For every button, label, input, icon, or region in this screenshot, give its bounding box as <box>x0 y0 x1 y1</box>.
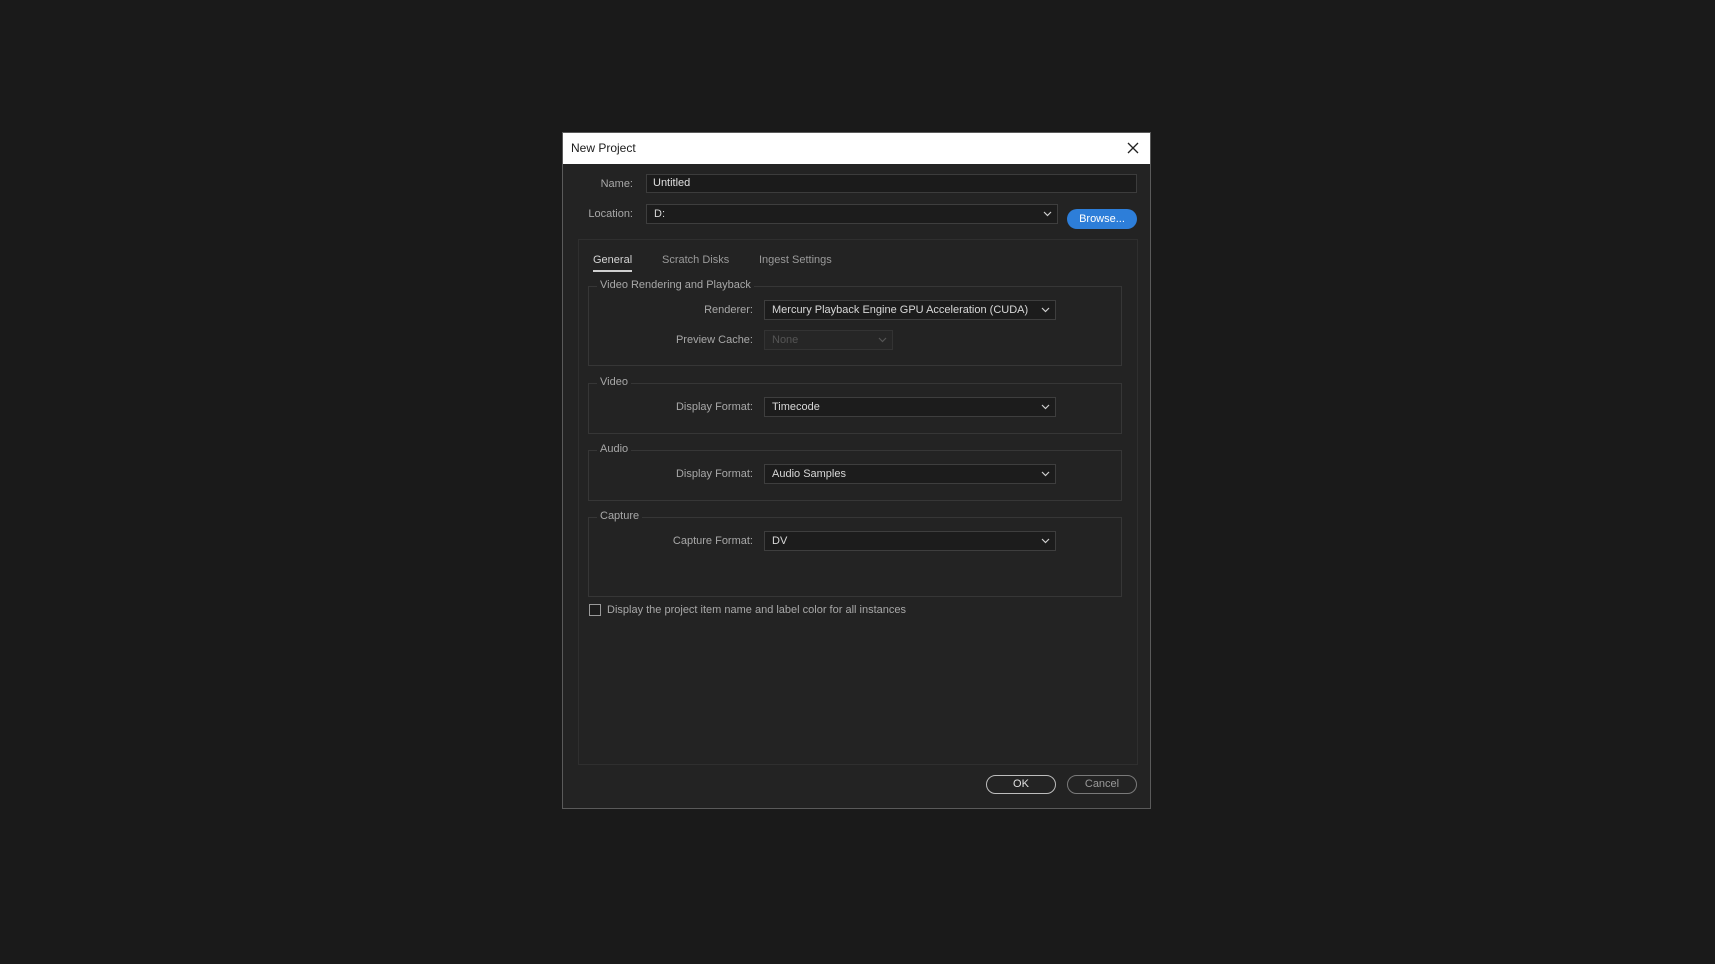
capture-format-label: Capture Format: <box>672 535 753 547</box>
renderer-value: Mercury Playback Engine GPU Acceleration… <box>772 304 1029 316</box>
chevron-down-icon <box>1041 471 1050 477</box>
group-capture-title: Capture <box>597 510 643 522</box>
location-label: Location: <box>588 208 633 220</box>
video-display-format-dropdown[interactable]: Timecode <box>764 397 1056 417</box>
new-project-dialog: New Project Name: Untitled Location: D: … <box>562 132 1151 809</box>
tab-scratch-disks[interactable]: Scratch Disks <box>662 254 729 266</box>
capture-format-value: DV <box>772 535 788 547</box>
group-video: Video Display Format: Timecode <box>588 376 1122 434</box>
renderer-dropdown[interactable]: Mercury Playback Engine GPU Acceleration… <box>764 300 1056 320</box>
title-bar: New Project <box>563 133 1150 164</box>
name-value: Untitled <box>653 177 691 189</box>
preview-cache-value: None <box>772 334 799 346</box>
chevron-down-icon <box>1041 307 1050 313</box>
audio-display-format-dropdown[interactable]: Audio Samples <box>764 464 1056 484</box>
name-field[interactable]: Untitled <box>646 174 1137 193</box>
ok-button[interactable]: OK <box>986 775 1056 794</box>
preview-cache-label: Preview Cache: <box>675 334 753 346</box>
chevron-down-icon <box>1043 211 1052 217</box>
display-label-color-checkbox[interactable] <box>589 604 601 616</box>
group-capture: Capture Capture Format: DV <box>588 510 1122 597</box>
capture-format-dropdown[interactable]: DV <box>764 531 1056 551</box>
preview-cache-dropdown: None <box>764 330 893 350</box>
group-audio-title: Audio <box>597 443 632 455</box>
location-dropdown[interactable]: D: <box>646 204 1058 224</box>
browse-button[interactable]: Browse... <box>1067 209 1137 229</box>
display-label-color-label: Display the project item name and label … <box>607 604 906 616</box>
tab-ingest-settings[interactable]: Ingest Settings <box>759 254 832 266</box>
audio-display-format-value: Audio Samples <box>772 468 846 480</box>
chevron-down-icon <box>1041 538 1050 544</box>
group-audio: Audio Display Format: Audio Samples <box>588 443 1122 501</box>
group-video-rendering: Video Rendering and Playback Renderer: M… <box>588 279 1122 366</box>
renderer-label: Renderer: <box>704 304 753 316</box>
tab-general[interactable]: General <box>593 254 633 272</box>
settings-panel: General Scratch Disks Ingest Settings Vi… <box>578 239 1138 765</box>
cancel-button[interactable]: Cancel <box>1067 775 1137 794</box>
group-video-title: Video <box>597 376 631 388</box>
close-icon[interactable] <box>1122 137 1144 159</box>
name-label: Name: <box>600 178 633 190</box>
audio-display-format-label: Display Format: <box>675 468 753 480</box>
chevron-down-icon <box>878 337 887 343</box>
group-video-rendering-title: Video Rendering and Playback <box>597 279 754 291</box>
chevron-down-icon <box>1041 404 1050 410</box>
location-value: D: <box>654 208 665 220</box>
video-display-format-label: Display Format: <box>675 401 753 413</box>
dialog-title: New Project <box>571 141 636 155</box>
video-display-format-value: Timecode <box>772 401 820 413</box>
